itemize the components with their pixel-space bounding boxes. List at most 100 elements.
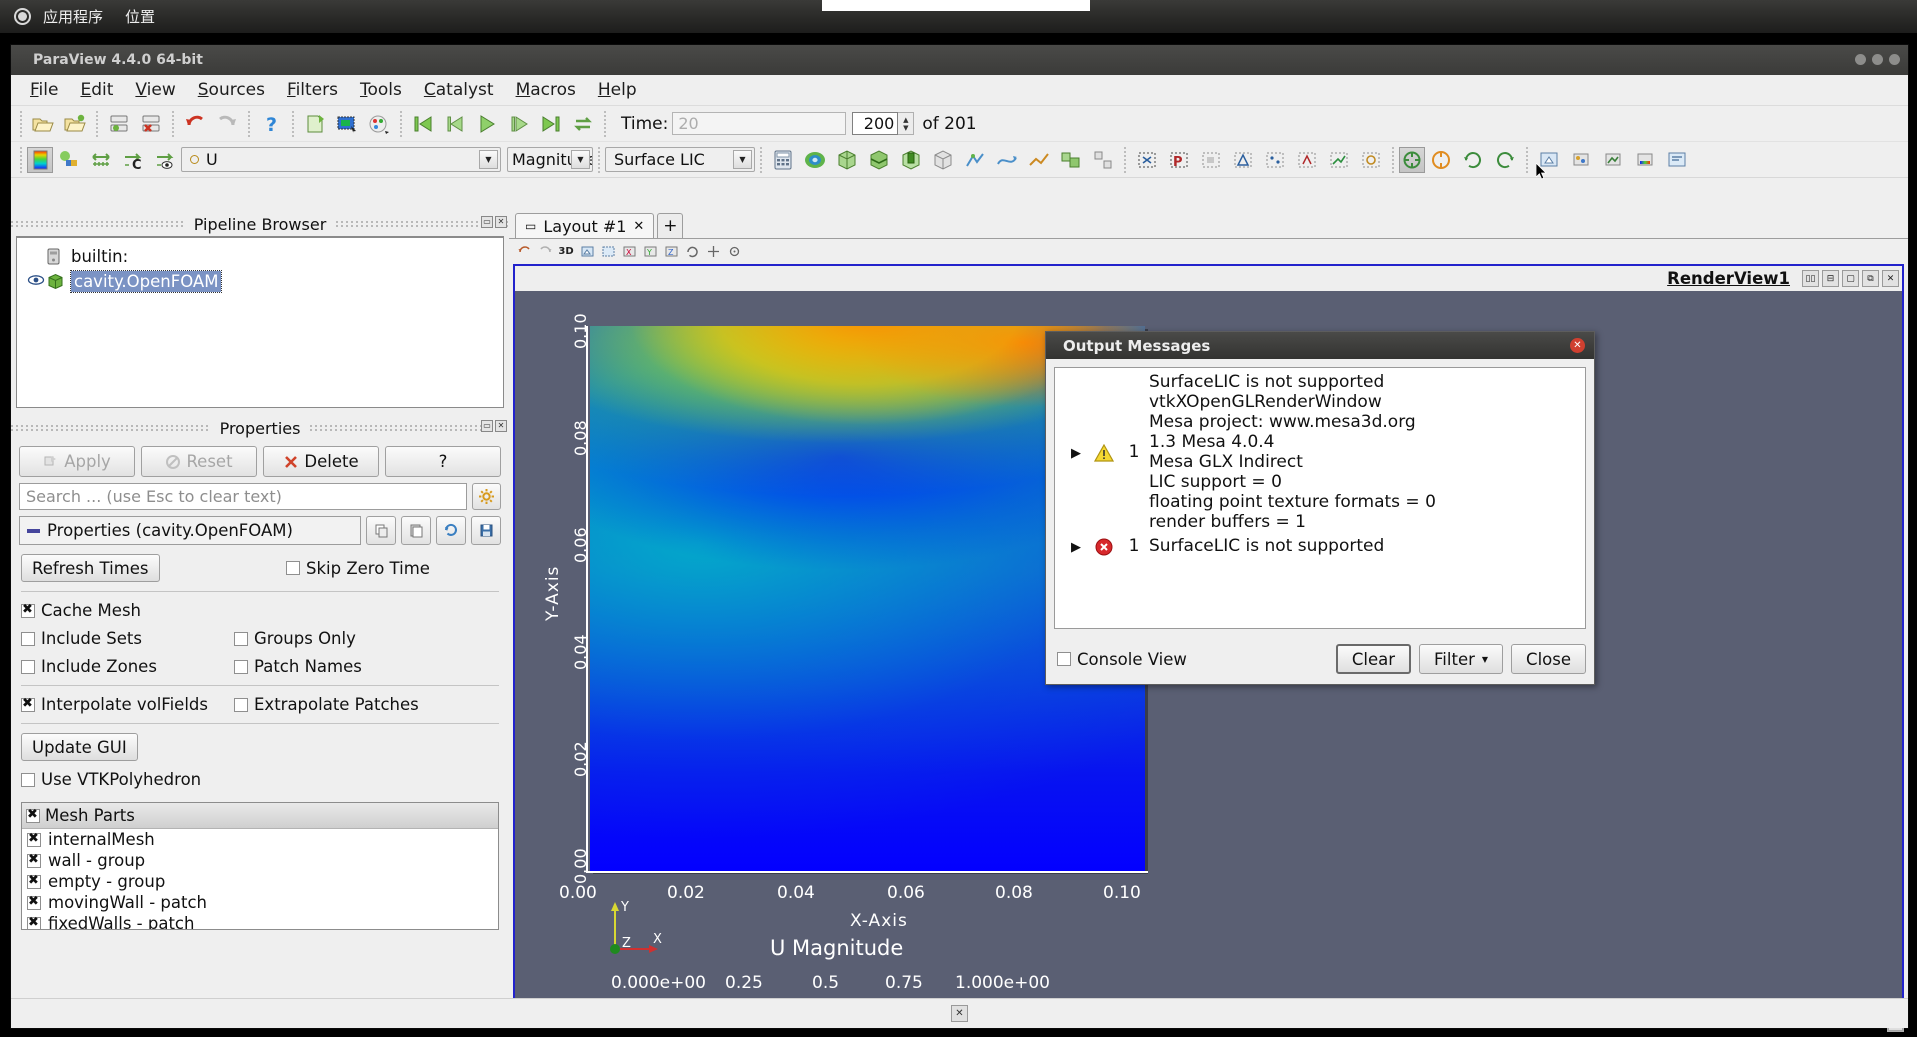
clear-button[interactable]: Clear	[1335, 644, 1412, 674]
messages-list[interactable]: ▶ 1 SurfaceLIC is not supported vtkXOpen…	[1054, 367, 1586, 629]
reset-button[interactable]: Reset	[141, 446, 257, 477]
select-query-icon[interactable]	[1293, 146, 1321, 174]
activities-icon[interactable]	[14, 8, 31, 25]
time-input[interactable]: 20	[672, 112, 847, 135]
save-screenshot-icon[interactable]	[333, 110, 361, 138]
close-view-icon[interactable]: ✕	[1882, 270, 1899, 287]
message-row[interactable]: ▶ 1 SurfaceLIC is not supported vtkXOpen…	[1055, 368, 1585, 532]
update-gui-button[interactable]: Update GUI	[21, 733, 138, 761]
select-points-icon[interactable]: P	[1165, 146, 1193, 174]
edit-scalar-bar-icon[interactable]	[1599, 146, 1627, 174]
extract-level-icon[interactable]	[1089, 146, 1117, 174]
console-view-checkbox[interactable]: Console View	[1057, 650, 1187, 669]
list-item[interactable]: fixedWalls - patch	[22, 913, 498, 929]
camera-reset-icon[interactable]	[1399, 146, 1425, 173]
select-frustum-cells-icon[interactable]	[1229, 146, 1257, 174]
group-icon[interactable]	[1057, 146, 1085, 174]
camera-x-icon[interactable]: X	[620, 243, 638, 261]
interpolate-volfields-checkbox[interactable]: Interpolate volFields	[21, 695, 234, 714]
rep-toolbar-handle[interactable]	[20, 146, 22, 173]
main-toolbar[interactable]: ? Time: 20 200 ▲ ▼ of 201	[11, 106, 1908, 142]
open-recent-icon[interactable]	[61, 110, 89, 138]
next-frame-icon[interactable]	[505, 110, 533, 138]
zoom-to-box-icon[interactable]	[599, 243, 617, 261]
checkbox-box[interactable]	[27, 915, 41, 929]
undock-view-icon[interactable]: ⧉	[1862, 270, 1879, 287]
use-vtkpolyhedron-checkbox[interactable]: Use VTKPolyhedron	[21, 770, 201, 789]
checkbox-box[interactable]	[21, 659, 35, 674]
mesh-parts-header[interactable]: Mesh Parts	[22, 803, 498, 829]
annotation-icon[interactable]	[1663, 146, 1691, 174]
list-item[interactable]: wall - group	[22, 850, 498, 871]
extrapolate-patches-checkbox[interactable]: Extrapolate Patches	[234, 695, 419, 714]
chevron-down-icon[interactable]: ▼	[1482, 655, 1488, 664]
extract-subset-icon[interactable]	[929, 146, 957, 174]
collapse-icon[interactable]	[27, 528, 40, 533]
save-animation-icon[interactable]	[365, 110, 393, 138]
close-dock-icon[interactable]: ✕	[495, 420, 507, 432]
axes-toolbar-handle[interactable]	[1526, 146, 1528, 173]
pipeline-item-builtin[interactable]: builtin:	[21, 244, 499, 269]
properties-search-input[interactable]: Search ... (use Esc to clear text)	[19, 483, 467, 510]
redo-camera-icon[interactable]	[536, 243, 554, 261]
checkbox-box[interactable]	[1057, 652, 1071, 666]
camera-z-icon[interactable]: Z	[662, 243, 680, 261]
apply-button[interactable]: Apply	[19, 446, 135, 477]
scalar-bar-visibility-icon[interactable]	[1631, 146, 1659, 174]
add-layout-tab-button[interactable]: +	[657, 213, 684, 238]
undo-camera-icon[interactable]	[515, 243, 533, 261]
maximize-button[interactable]	[1872, 54, 1883, 65]
menu-edit[interactable]: Edit	[69, 77, 124, 103]
checkbox-box[interactable]	[234, 631, 248, 646]
last-frame-icon[interactable]	[537, 110, 565, 138]
split-horizontal-icon[interactable]: ▯▯	[1802, 270, 1819, 287]
progress-abort-icon[interactable]: ✕	[951, 1005, 968, 1022]
skip-zero-time-checkbox[interactable]: Skip Zero Time	[286, 559, 499, 578]
list-item[interactable]: internalMesh	[22, 829, 498, 850]
checkbox-box[interactable]	[21, 602, 35, 618]
threshold-icon[interactable]	[897, 146, 925, 174]
menu-tools[interactable]: Tools	[349, 77, 413, 103]
rotate-left-icon[interactable]	[1459, 146, 1487, 174]
representation-toolbar[interactable]: C U ▼ Magnitude ▼ Surface LIC ▼ P	[11, 142, 1908, 178]
menu-catalyst[interactable]: Catalyst	[413, 77, 505, 103]
list-item[interactable]: movingWall - patch	[22, 892, 498, 913]
menubar[interactable]: File Edit View Sources Filters Tools Cat…	[11, 75, 1908, 106]
reset-camera-icon[interactable]	[578, 243, 596, 261]
float-dock-icon[interactable]: ▭	[481, 420, 493, 432]
warp-icon[interactable]	[1025, 146, 1053, 174]
checkbox-box[interactable]	[234, 659, 248, 674]
disconnect-server-icon[interactable]	[137, 110, 165, 138]
frame-index-input[interactable]: 200	[852, 112, 899, 135]
places-menu[interactable]: 位置	[125, 6, 155, 27]
clip-icon[interactable]	[833, 146, 861, 174]
toolbar-handle[interactable]	[20, 110, 22, 137]
help-button[interactable]: ?	[385, 446, 501, 477]
split-vertical-icon[interactable]: ⊟	[1822, 270, 1839, 287]
close-icon[interactable]: ✕	[1570, 338, 1585, 353]
glyph-icon[interactable]	[961, 146, 989, 174]
tab-layout-1[interactable]: ▭ Layout #1 ✕	[515, 213, 655, 238]
chevron-down-icon[interactable]: ▼	[479, 150, 498, 169]
help-icon[interactable]: ?	[257, 110, 285, 138]
properties-action-buttons[interactable]: Apply Reset Delete ?	[11, 440, 509, 477]
rescale-custom-range-icon[interactable]	[87, 146, 115, 174]
pick-center-icon[interactable]	[725, 243, 743, 261]
loop-icon[interactable]	[569, 110, 597, 138]
representation-combo[interactable]: Surface LIC ▼	[605, 147, 755, 172]
layout-tabstrip[interactable]: ▭ Layout #1 ✕ +	[509, 212, 1908, 239]
play-icon[interactable]	[473, 110, 501, 138]
select-block-icon[interactable]	[1197, 146, 1225, 174]
list-item[interactable]: empty - group	[22, 871, 498, 892]
visibility-eye-icon[interactable]	[25, 274, 47, 290]
camera-y-icon[interactable]: Y	[641, 243, 659, 261]
checkbox-box[interactable]	[286, 561, 300, 575]
menu-macros[interactable]: Macros	[505, 77, 587, 103]
close-dock-icon[interactable]: ✕	[495, 216, 507, 228]
checkbox-box[interactable]	[27, 831, 41, 847]
selection-toolbar-handle[interactable]	[1124, 146, 1126, 173]
rescale-data-range-icon[interactable]	[55, 146, 83, 174]
render-view-canvas[interactable]: 0.10 0.08 0.06 0.04 0.02 0.00 Y-Axis 0.0…	[515, 291, 1902, 1022]
save-state-icon[interactable]	[301, 110, 329, 138]
groups-only-checkbox[interactable]: Groups Only	[234, 629, 356, 648]
